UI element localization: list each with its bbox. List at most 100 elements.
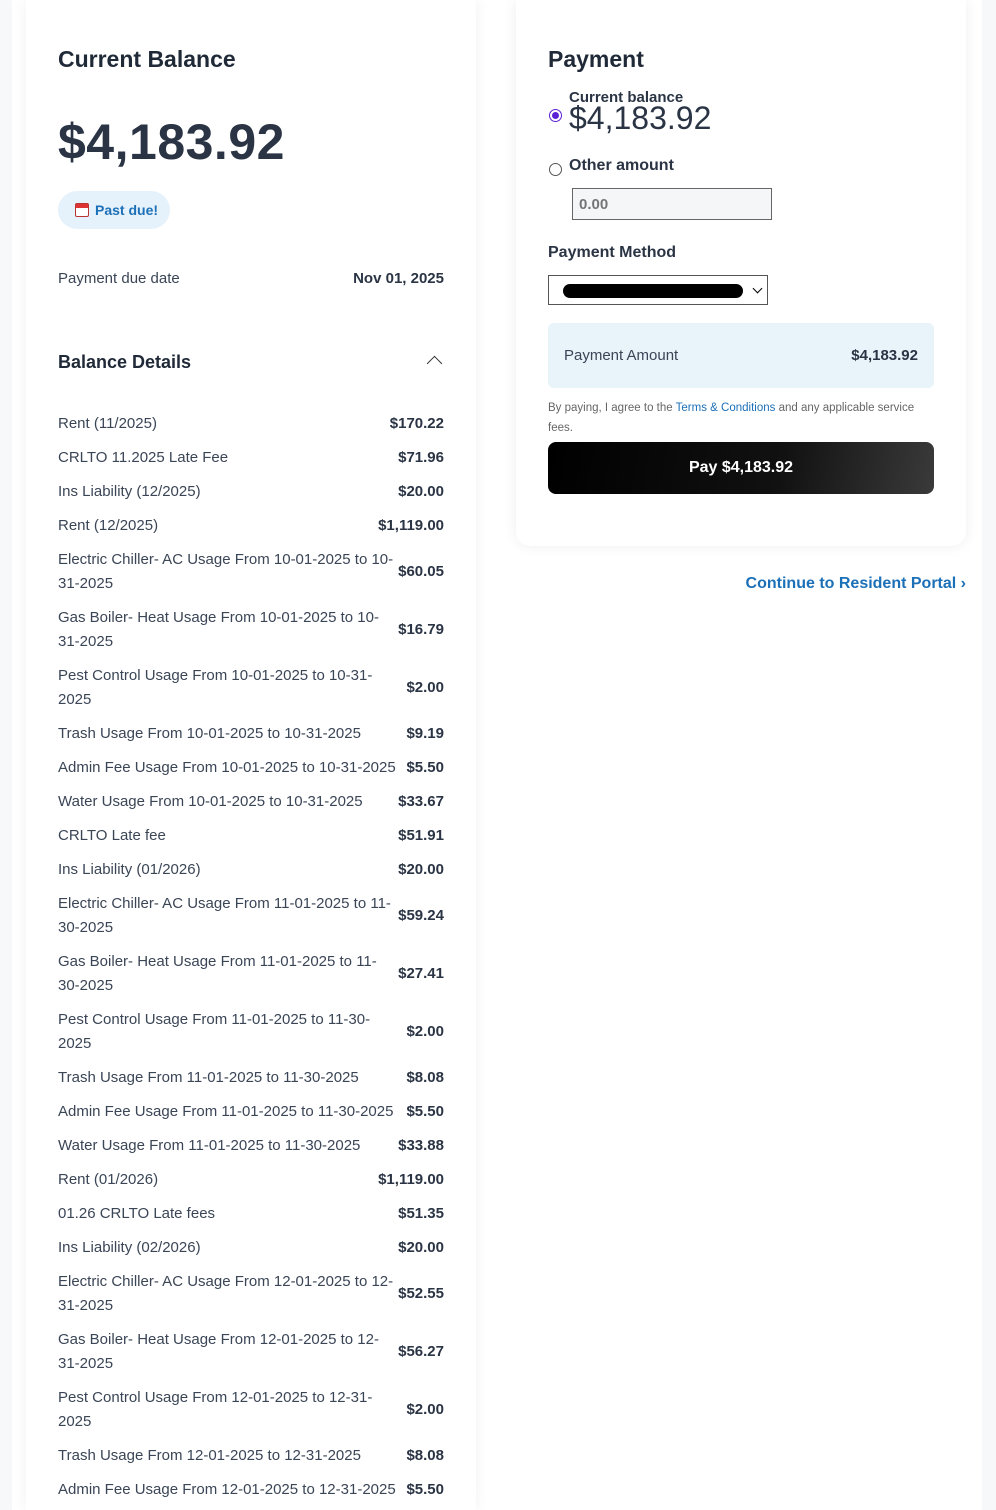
balance-details-title: Balance Details (58, 352, 192, 372)
balance-title: Current Balance (58, 46, 236, 72)
balance-item-row: Electric Chiller- AC Usage From 10-01-20… (58, 543, 444, 601)
past-due-label: Past due! (95, 202, 159, 218)
chevron-down-icon (752, 283, 763, 294)
resident-portal-link[interactable]: Continue to Resident Portal › (746, 575, 966, 593)
balance-item-description: Ins Liability (02/2026) (58, 1239, 201, 1256)
balance-item-description: Gas Boiler- Heat Usage From 11-01-2025 t… (58, 953, 377, 994)
balance-item-row: Ins Liability (12/2025) $20.00 (58, 475, 444, 509)
balance-item-amount: $51.35 (398, 1205, 444, 1222)
balance-item-row: Trash Usage From 11-01-2025 to 11-30-202… (58, 1061, 444, 1095)
balance-item-row: Trash Usage From 12-01-2025 to 12-31-202… (58, 1439, 444, 1473)
pay-button[interactable]: Pay $4,183.92 (548, 442, 934, 494)
balance-item-amount: $1,119.00 (378, 517, 444, 534)
balance-item-description: Rent (01/2026) (58, 1171, 159, 1188)
balance-item-row: Ins Liability (02/2026) $20.00 (58, 1231, 444, 1265)
balance-item-amount: $5.50 (406, 1103, 444, 1120)
balance-item-amount: $60.05 (398, 563, 444, 580)
balance-item-description: Admin Fee Usage From 11-01-2025 to 11-30… (58, 1103, 394, 1120)
balance-item-description: Pest Control Usage From 12-01-2025 to 12… (58, 1389, 373, 1430)
balance-item-amount: $20.00 (398, 483, 444, 500)
terms-text: By paying, I agree to the Terms & Condit… (548, 398, 934, 438)
balance-item-row: Electric Chiller- AC Usage From 12-01-20… (58, 1265, 444, 1323)
balance-item-description: CRLTO 11.2025 Late Fee (58, 449, 229, 466)
balance-item-description: Rent (11/2025) (58, 415, 157, 432)
balance-item-amount: $20.00 (398, 1239, 444, 1256)
balance-item-row: Electric Chiller- AC Usage From 11-01-20… (58, 887, 444, 945)
payment-method-label: Payment Method (548, 244, 677, 261)
balance-item-amount: $27.41 (398, 965, 444, 982)
balance-item-amount: $2.00 (406, 1401, 444, 1418)
balance-item-description: Ins Liability (12/2025) (58, 483, 201, 500)
balance-item-description: Admin Fee Usage From 12-01-2025 to 12-31… (58, 1481, 396, 1498)
balance-item-description: CRLTO Late fee (58, 827, 166, 844)
calendar-icon (75, 203, 89, 217)
balance-item-description: Electric Chiller- AC Usage From 11-01-20… (58, 895, 391, 936)
balance-item-amount: $8.08 (406, 1069, 444, 1086)
balance-item-amount: $51.91 (398, 827, 444, 844)
payment-amount-box: Payment Amount $4,183.92 (548, 323, 934, 388)
balance-item-amount: $8.08 (406, 1447, 444, 1464)
balance-item-amount: $1,119.00 (378, 1171, 444, 1188)
balance-item-description: Rent (12/2025) (58, 517, 159, 534)
balance-item-amount: $56.27 (398, 1343, 444, 1360)
balance-item-amount: $33.88 (398, 1137, 444, 1154)
payment-method-select[interactable] (548, 275, 768, 305)
balance-item-row: Rent (11/2025) $170.22 (58, 407, 444, 441)
past-due-badge: Past due! (58, 191, 170, 229)
payment-title: Payment (548, 46, 644, 72)
balance-item-description: Water Usage From 10-01-2025 to 10-31-202… (58, 793, 363, 810)
balance-item-description: Pest Control Usage From 10-01-2025 to 10… (58, 667, 373, 708)
balance-details-toggle[interactable]: Balance Details (58, 352, 444, 373)
balance-item-description: Admin Fee Usage From 10-01-2025 to 10-31… (58, 759, 396, 776)
balance-item-row: Rent (12/2025) $1,119.00 (58, 509, 444, 543)
balance-item-amount: $2.00 (406, 679, 444, 696)
balance-item-description: 01.26 CRLTO Late fees (58, 1205, 216, 1222)
balance-item-row: Rent (01/2026) $1,119.00 (58, 1163, 444, 1197)
balance-item-description: Electric Chiller- AC Usage From 12-01-20… (58, 1273, 394, 1314)
balance-item-amount: $59.24 (398, 907, 444, 924)
balance-card: Current Balance $4,183.92 Past due! Paym… (26, 0, 476, 1510)
current-balance-amount: $4,183.92 (569, 100, 712, 136)
balance-item-description: Pest Control Usage From 11-01-2025 to 11… (58, 1011, 371, 1052)
balance-item-row: Pest Control Usage From 12-01-2025 to 12… (58, 1381, 444, 1439)
due-date-label: Payment due date (58, 270, 180, 287)
chevron-up-icon[interactable] (426, 355, 443, 372)
payment-amount-label: Payment Amount (564, 347, 679, 364)
balance-item-description: Ins Liability (01/2026) (58, 861, 201, 878)
other-amount-input[interactable] (572, 188, 772, 220)
balance-item-amount: $52.55 (398, 1285, 444, 1302)
balance-item-amount: $5.50 (406, 1481, 444, 1498)
balance-item-row: Admin Fee Usage From 12-01-2025 to 12-31… (58, 1473, 444, 1507)
balance-item-row: Admin Fee Usage From 11-01-2025 to 11-30… (58, 1095, 444, 1129)
balance-item-row: Water Usage From 11-01-2025 to 11-30-202… (58, 1129, 444, 1163)
balance-item-row: Ins Liability (01/2026) $20.00 (58, 853, 444, 887)
balance-item-description: Electric Chiller- AC Usage From 10-01-20… (58, 551, 394, 592)
balance-item-row: Gas Boiler- Heat Usage From 11-01-2025 t… (58, 945, 444, 1003)
balance-item-amount: $9.19 (406, 725, 444, 742)
payment-card: Payment Current balance $4,183.92 Other … (516, 0, 966, 546)
balance-item-description: Trash Usage From 12-01-2025 to 12-31-202… (58, 1447, 361, 1464)
balance-item-amount: $2.00 (406, 1023, 444, 1040)
balance-item-amount: $16.79 (398, 621, 444, 638)
balance-item-row: Admin Fee Usage From 10-01-2025 to 10-31… (58, 751, 444, 785)
redacted-method (563, 284, 743, 298)
balance-item-amount: $20.00 (398, 861, 444, 878)
balance-item-row: Water Usage From 10-01-2025 to 10-31-202… (58, 785, 444, 819)
terms-link[interactable]: Terms & Conditions (676, 402, 776, 414)
current-balance-radio[interactable] (549, 109, 562, 122)
balance-item-row: CRLTO 11.2025 Late Fee $71.96 (58, 441, 444, 475)
balance-item-row: 01.26 CRLTO Late fees $51.35 (58, 1197, 444, 1231)
other-amount-label[interactable]: Other amount (569, 157, 674, 175)
balance-item-description: Gas Boiler- Heat Usage From 10-01-2025 t… (58, 609, 379, 650)
due-date-row: Payment due date Nov 01, 2025 (58, 270, 444, 287)
due-date-value: Nov 01, 2025 (353, 270, 444, 287)
balance-item-row: Gas Boiler- Heat Usage From 10-01-2025 t… (58, 601, 444, 659)
payment-amount-value: $4,183.92 (851, 347, 918, 364)
balance-item-amount: $71.96 (398, 449, 444, 466)
balance-item-amount: $5.50 (406, 759, 444, 776)
balance-item-description: Trash Usage From 11-01-2025 to 11-30-202… (58, 1069, 359, 1086)
balance-items-list: Rent (11/2025) $170.22 CRLTO 11.2025 Late … (58, 407, 444, 1510)
other-amount-radio[interactable] (549, 163, 562, 176)
balance-item-amount: $170.22 (389, 415, 444, 432)
balance-item-description: Water Usage From 11-01-2025 to 11-30-202… (58, 1137, 361, 1154)
